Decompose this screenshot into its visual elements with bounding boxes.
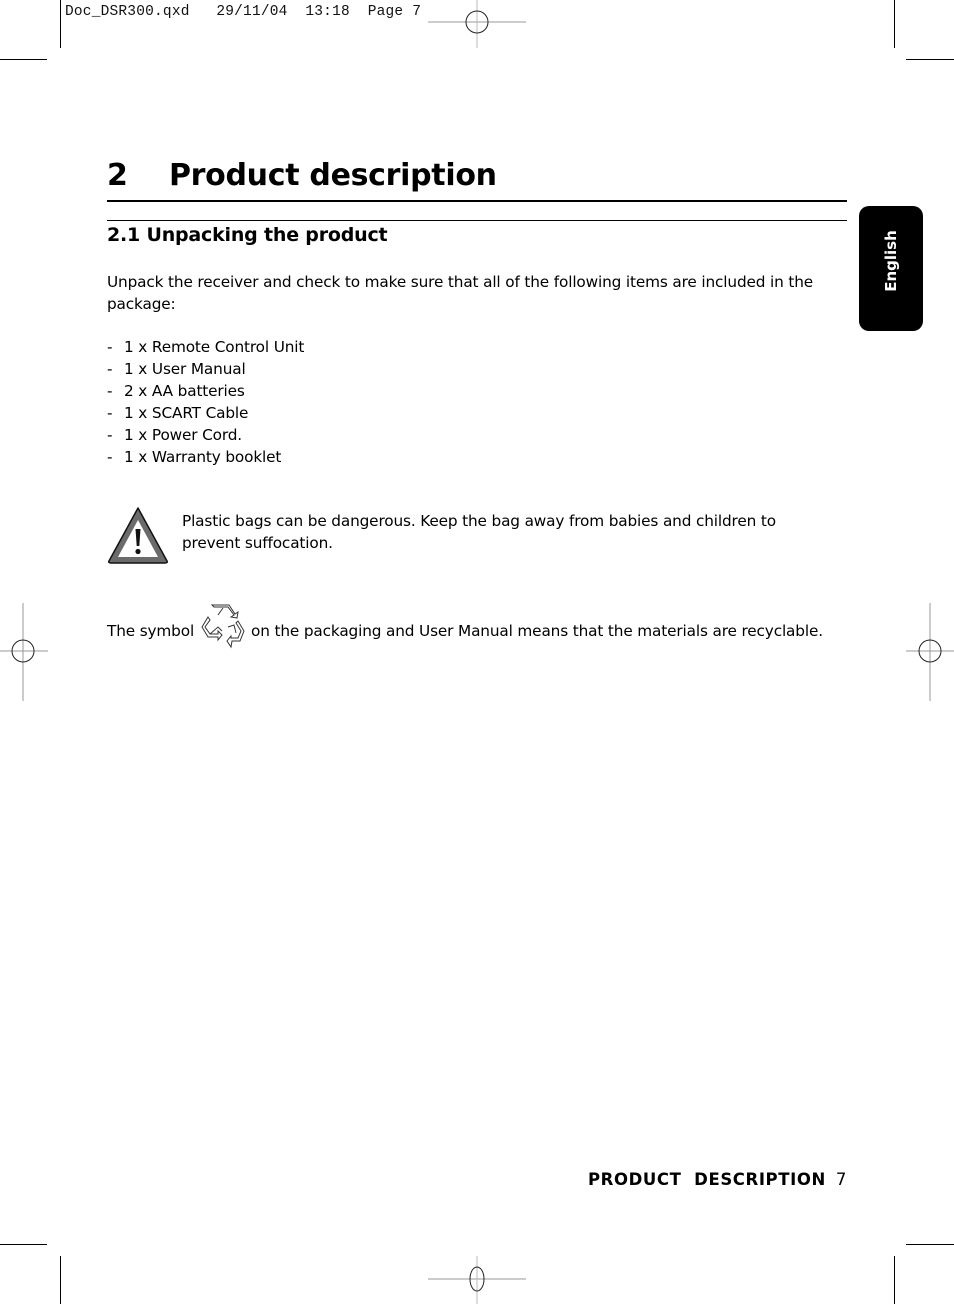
list-item-text: 1 x Warranty booklet xyxy=(124,448,282,466)
list-item-text: 1 x Remote Control Unit xyxy=(124,338,305,356)
slug-page: Page 7 xyxy=(367,4,422,20)
list-item: -1 x SCART Cable xyxy=(107,402,304,424)
recycle-icon xyxy=(201,604,245,649)
chapter-heading: 2 Product description xyxy=(107,158,497,193)
slug-date: 29/11/04 xyxy=(216,4,288,20)
list-dash: - xyxy=(107,338,113,356)
intro-paragraph: Unpack the receiver and check to make su… xyxy=(107,273,814,313)
crop-mark xyxy=(60,1256,61,1304)
print-slug: Doc_DSR300.qxd 29/11/04 13:18 Page 7 xyxy=(65,4,421,20)
slug-time: 13:18 xyxy=(305,4,350,20)
chapter-title: Product description xyxy=(169,158,497,193)
list-item: -1 x Remote Control Unit xyxy=(107,336,304,358)
list-item-text: 1 x Power Cord. xyxy=(124,426,243,444)
slug-file: Doc_DSR300.qxd xyxy=(65,4,190,20)
crop-mark xyxy=(906,1244,954,1245)
language-tab-label: English xyxy=(882,229,900,292)
registration-mark-top xyxy=(428,0,526,48)
section-rule xyxy=(107,220,847,221)
list-item: -1 x Warranty booklet xyxy=(107,446,304,468)
crop-mark xyxy=(894,1256,895,1304)
list-item: -2 x AA batteries xyxy=(107,380,304,402)
heading-rule xyxy=(107,200,847,202)
registration-mark-bottom xyxy=(428,1256,526,1304)
page-number: 7 xyxy=(835,1170,847,1189)
list-dash: - xyxy=(107,360,113,378)
recycle-text-before: The symbol xyxy=(107,622,195,640)
chapter-number: 2 xyxy=(107,158,128,193)
package-contents-list: -1 x Remote Control Unit -1 x User Manua… xyxy=(107,336,304,468)
list-dash: - xyxy=(107,382,113,400)
list-item-text: 1 x SCART Cable xyxy=(124,404,249,422)
page-footer: PRODUCT DESCRIPTION 7 xyxy=(588,1170,847,1189)
crop-mark xyxy=(0,59,47,60)
list-item-text: 1 x User Manual xyxy=(124,360,246,378)
list-item: -1 x User Manual xyxy=(107,358,304,380)
list-dash: - xyxy=(107,426,113,444)
list-dash: - xyxy=(107,404,113,422)
section-heading: 2.1 Unpacking the product xyxy=(107,224,388,246)
registration-mark-left xyxy=(0,603,48,701)
list-dash: - xyxy=(107,448,113,466)
crop-mark xyxy=(0,1244,47,1245)
registration-mark-right xyxy=(906,603,954,701)
language-tab: English xyxy=(859,206,923,331)
list-item: -1 x Power Cord. xyxy=(107,424,304,446)
footer-section: PRODUCT DESCRIPTION xyxy=(587,1170,826,1189)
recycle-text-after: on the packaging and User Manual means t… xyxy=(251,622,823,640)
crop-mark xyxy=(894,0,895,48)
warning-text: Plastic bags can be dangerous. Keep the … xyxy=(182,512,776,552)
crop-mark xyxy=(60,0,61,48)
crop-mark xyxy=(906,59,954,60)
warning-triangle-icon xyxy=(108,507,168,564)
list-item-text: 2 x AA batteries xyxy=(124,382,245,400)
